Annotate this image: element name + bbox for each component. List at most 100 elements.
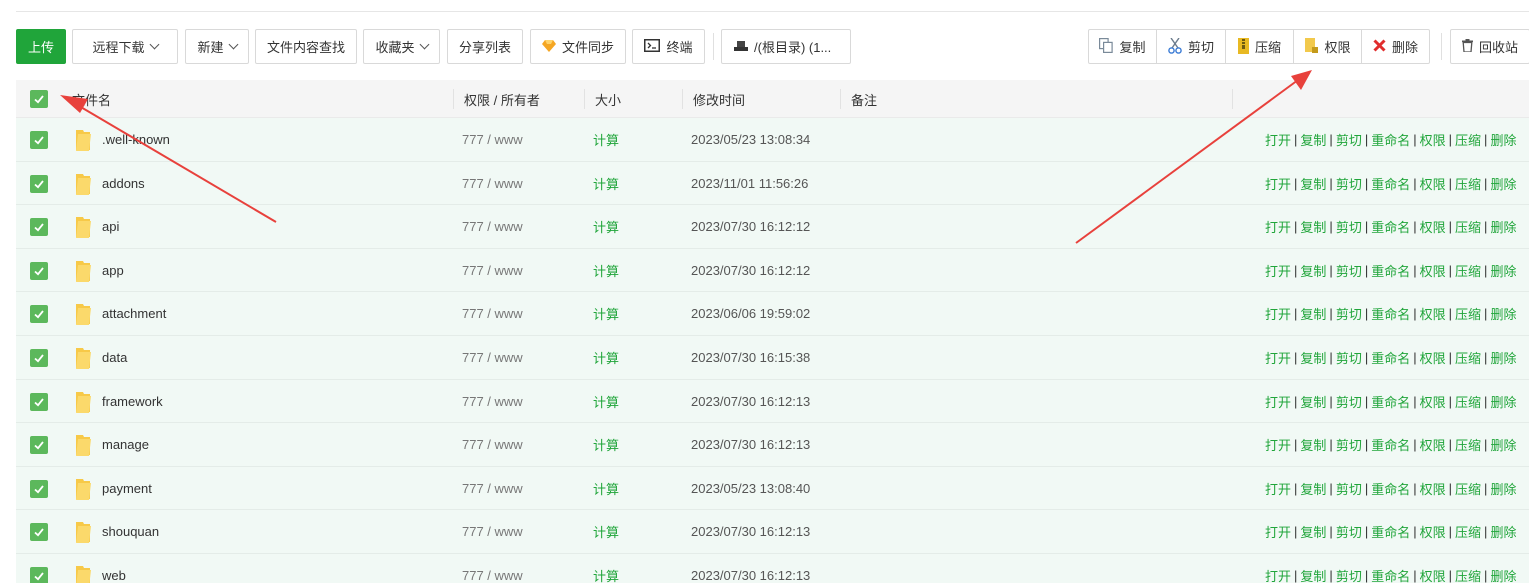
row-op-link[interactable]: 打开 [1265, 435, 1291, 454]
file-size[interactable]: 计算 [593, 205, 619, 248]
content-search-button[interactable]: 文件内容查找 [255, 29, 357, 64]
row-op-link[interactable]: 剪切 [1336, 566, 1362, 583]
row-op-link[interactable]: 重命名 [1371, 348, 1410, 367]
row-op-link[interactable]: 删除 [1490, 304, 1516, 323]
row-op-link[interactable]: 权限 [1420, 130, 1446, 149]
file-name[interactable]: data [102, 336, 127, 379]
row-op-link[interactable]: 重命名 [1371, 479, 1410, 498]
table-row[interactable]: framework 777 / www 计算 2023/07/30 16:12:13 打… [16, 379, 1529, 424]
row-op-link[interactable]: 重命名 [1371, 261, 1410, 280]
file-size[interactable]: 计算 [593, 292, 619, 335]
row-op-link[interactable]: 压缩 [1455, 392, 1481, 411]
row-op-link[interactable]: 剪切 [1336, 130, 1362, 149]
file-permission[interactable]: 777 / www [462, 162, 523, 205]
file-name[interactable]: attachment [102, 292, 166, 335]
batch-compress-button[interactable]: 压缩 [1226, 30, 1294, 63]
row-op-link[interactable]: 删除 [1490, 174, 1516, 193]
row-op-link[interactable]: 权限 [1420, 479, 1446, 498]
row-op-link[interactable]: 重命名 [1371, 304, 1410, 323]
file-size[interactable]: 计算 [593, 249, 619, 292]
file-size[interactable]: 计算 [593, 423, 619, 466]
row-checkbox[interactable] [30, 218, 48, 237]
column-header-mtime[interactable]: 修改时间 [693, 80, 745, 118]
row-checkbox[interactable] [30, 392, 48, 411]
file-permission[interactable]: 777 / www [462, 423, 523, 466]
terminal-button[interactable]: 终端 [632, 29, 705, 64]
row-op-link[interactable]: 压缩 [1455, 479, 1481, 498]
row-op-link[interactable]: 剪切 [1336, 479, 1362, 498]
row-op-link[interactable]: 压缩 [1455, 174, 1481, 193]
row-op-link[interactable]: 重命名 [1371, 174, 1410, 193]
remote-download-button[interactable]: 远程下载 [72, 29, 178, 64]
row-checkbox[interactable] [30, 174, 48, 193]
row-op-link[interactable]: 重命名 [1371, 392, 1410, 411]
row-op-link[interactable]: 剪切 [1336, 174, 1362, 193]
batch-permission-button[interactable]: 权限 [1294, 30, 1362, 63]
file-name[interactable]: web [102, 554, 126, 583]
row-op-link[interactable]: 权限 [1420, 435, 1446, 454]
row-checkbox[interactable] [30, 131, 48, 149]
row-checkbox[interactable] [30, 566, 48, 583]
row-op-link[interactable]: 剪切 [1336, 435, 1362, 454]
table-row[interactable]: attachment 777 / www 计算 2023/06/06 19:59:02… [16, 292, 1529, 336]
row-checkbox[interactable] [30, 523, 48, 542]
file-permission[interactable]: 777 / www [462, 554, 523, 583]
row-op-link[interactable]: 剪切 [1336, 348, 1362, 367]
row-checkbox[interactable] [30, 479, 48, 498]
file-permission[interactable]: 777 / www [462, 118, 523, 161]
column-header-size[interactable]: 大小 [595, 80, 621, 118]
file-size[interactable]: 计算 [593, 162, 619, 205]
row-op-link[interactable]: 复制 [1300, 566, 1326, 583]
file-name[interactable]: addons [102, 162, 145, 205]
row-op-link[interactable]: 打开 [1265, 261, 1291, 280]
file-sync-button[interactable]: 文件同步 [530, 29, 626, 64]
batch-cut-button[interactable]: 剪切 [1157, 30, 1226, 63]
batch-copy-button[interactable]: 复制 [1089, 30, 1157, 63]
table-row[interactable]: .well-known 777 / www 计算 2023/05/23 13:08:3… [16, 118, 1529, 162]
row-op-link[interactable]: 删除 [1490, 566, 1516, 583]
table-row[interactable]: api 777 / www 计算 2023/07/30 16:12:12 打开 | 复制 | 剪… [16, 205, 1529, 249]
row-op-link[interactable]: 打开 [1265, 348, 1291, 367]
file-permission[interactable]: 777 / www [462, 292, 523, 335]
row-op-link[interactable]: 复制 [1300, 217, 1326, 236]
row-op-link[interactable]: 权限 [1420, 261, 1446, 280]
row-op-link[interactable]: 删除 [1490, 217, 1516, 236]
row-op-link[interactable]: 剪切 [1336, 217, 1362, 236]
row-op-link[interactable]: 删除 [1490, 130, 1516, 149]
row-op-link[interactable]: 打开 [1265, 522, 1291, 541]
column-header-name[interactable]: 文件名 [72, 80, 111, 118]
file-size[interactable]: 计算 [593, 118, 619, 161]
row-op-link[interactable]: 压缩 [1455, 304, 1481, 323]
table-row[interactable]: payment 777 / www 计算 2023/05/23 13:08:40 打开 |… [16, 466, 1529, 511]
table-row[interactable]: manage 777 / www 计算 2023/07/30 16:12:13 打开 | 复… [16, 423, 1529, 467]
row-op-link[interactable]: 打开 [1265, 304, 1291, 323]
row-op-link[interactable]: 复制 [1300, 348, 1326, 367]
row-op-link[interactable]: 打开 [1265, 479, 1291, 498]
row-op-link[interactable]: 删除 [1490, 348, 1516, 367]
row-op-link[interactable]: 重命名 [1371, 566, 1410, 583]
file-size[interactable]: 计算 [593, 554, 619, 583]
file-permission[interactable]: 777 / www [462, 336, 523, 379]
row-op-link[interactable]: 删除 [1490, 435, 1516, 454]
share-list-button[interactable]: 分享列表 [447, 29, 523, 64]
row-checkbox[interactable] [30, 305, 48, 324]
file-permission[interactable]: 777 / www [462, 510, 523, 553]
file-name[interactable]: framework [102, 380, 163, 423]
row-op-link[interactable]: 删除 [1490, 261, 1516, 280]
row-op-link[interactable]: 压缩 [1455, 435, 1481, 454]
row-op-link[interactable]: 压缩 [1455, 348, 1481, 367]
row-op-link[interactable]: 剪切 [1336, 392, 1362, 411]
file-size[interactable]: 计算 [593, 510, 619, 553]
row-op-link[interactable]: 权限 [1420, 304, 1446, 323]
table-row[interactable]: data 777 / www 计算 2023/07/30 16:15:38 打开 | 复制 |… [16, 335, 1529, 380]
row-op-link[interactable]: 剪切 [1336, 304, 1362, 323]
select-all-checkbox[interactable] [30, 90, 48, 108]
row-op-link[interactable]: 打开 [1265, 174, 1291, 193]
row-op-link[interactable]: 复制 [1300, 522, 1326, 541]
path-breadcrumb[interactable]: /(根目录) (1... [721, 29, 851, 64]
row-checkbox[interactable] [30, 348, 48, 367]
file-name[interactable]: payment [102, 467, 152, 510]
row-op-link[interactable]: 删除 [1490, 392, 1516, 411]
row-op-link[interactable]: 权限 [1420, 392, 1446, 411]
row-op-link[interactable]: 权限 [1420, 174, 1446, 193]
